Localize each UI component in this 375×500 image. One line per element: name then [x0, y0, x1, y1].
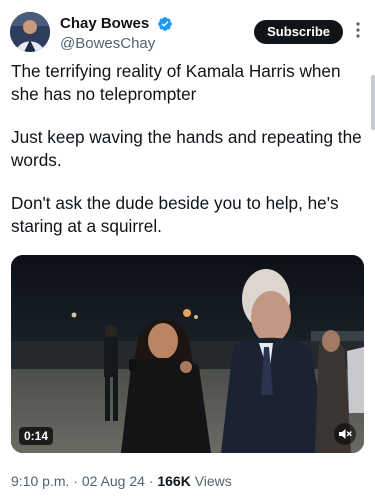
video-player[interactable]: 0:14 [11, 255, 364, 453]
tweet-text: The terrifying reality of Kamala Harris … [11, 60, 363, 258]
tweet-paragraph: The terrifying reality of Kamala Harris … [11, 61, 341, 104]
video-duration: 0:14 [19, 427, 54, 445]
more-vertical-icon[interactable] [351, 18, 365, 42]
video-frame [11, 255, 364, 453]
author-block: Chay Bowes @BowesChay [60, 14, 173, 54]
subscribe-button[interactable]: Subscribe [254, 20, 343, 44]
tweet-meta: 9:10 p.m. · 02 Aug 24 · 166K Views [11, 472, 232, 490]
meta-separator: · [148, 473, 154, 489]
tweet-time[interactable]: 9:10 p.m. [11, 473, 69, 489]
meta-separator: · [73, 473, 78, 489]
scrollbar[interactable] [371, 75, 375, 130]
views-label: Views [194, 473, 232, 489]
volume-muted-icon[interactable] [334, 423, 356, 445]
tweet-header: Chay Bowes @BowesChay Subscribe [10, 12, 365, 58]
tweet-paragraph: Don't ask the dude beside you to help, h… [11, 193, 339, 236]
author-display-name[interactable]: Chay Bowes [60, 14, 149, 33]
verified-badge-icon [157, 16, 173, 32]
avatar[interactable] [10, 12, 50, 52]
avatar-image [10, 12, 50, 52]
tweet-date[interactable]: 02 Aug 24 [82, 473, 145, 489]
views-count[interactable]: 166K [157, 473, 190, 489]
tweet-page: Chay Bowes @BowesChay Subscribe The terr… [0, 0, 375, 500]
tweet-paragraph: Just keep waving the hands and repeating… [11, 127, 362, 170]
author-handle[interactable]: @BowesChay [60, 34, 173, 54]
